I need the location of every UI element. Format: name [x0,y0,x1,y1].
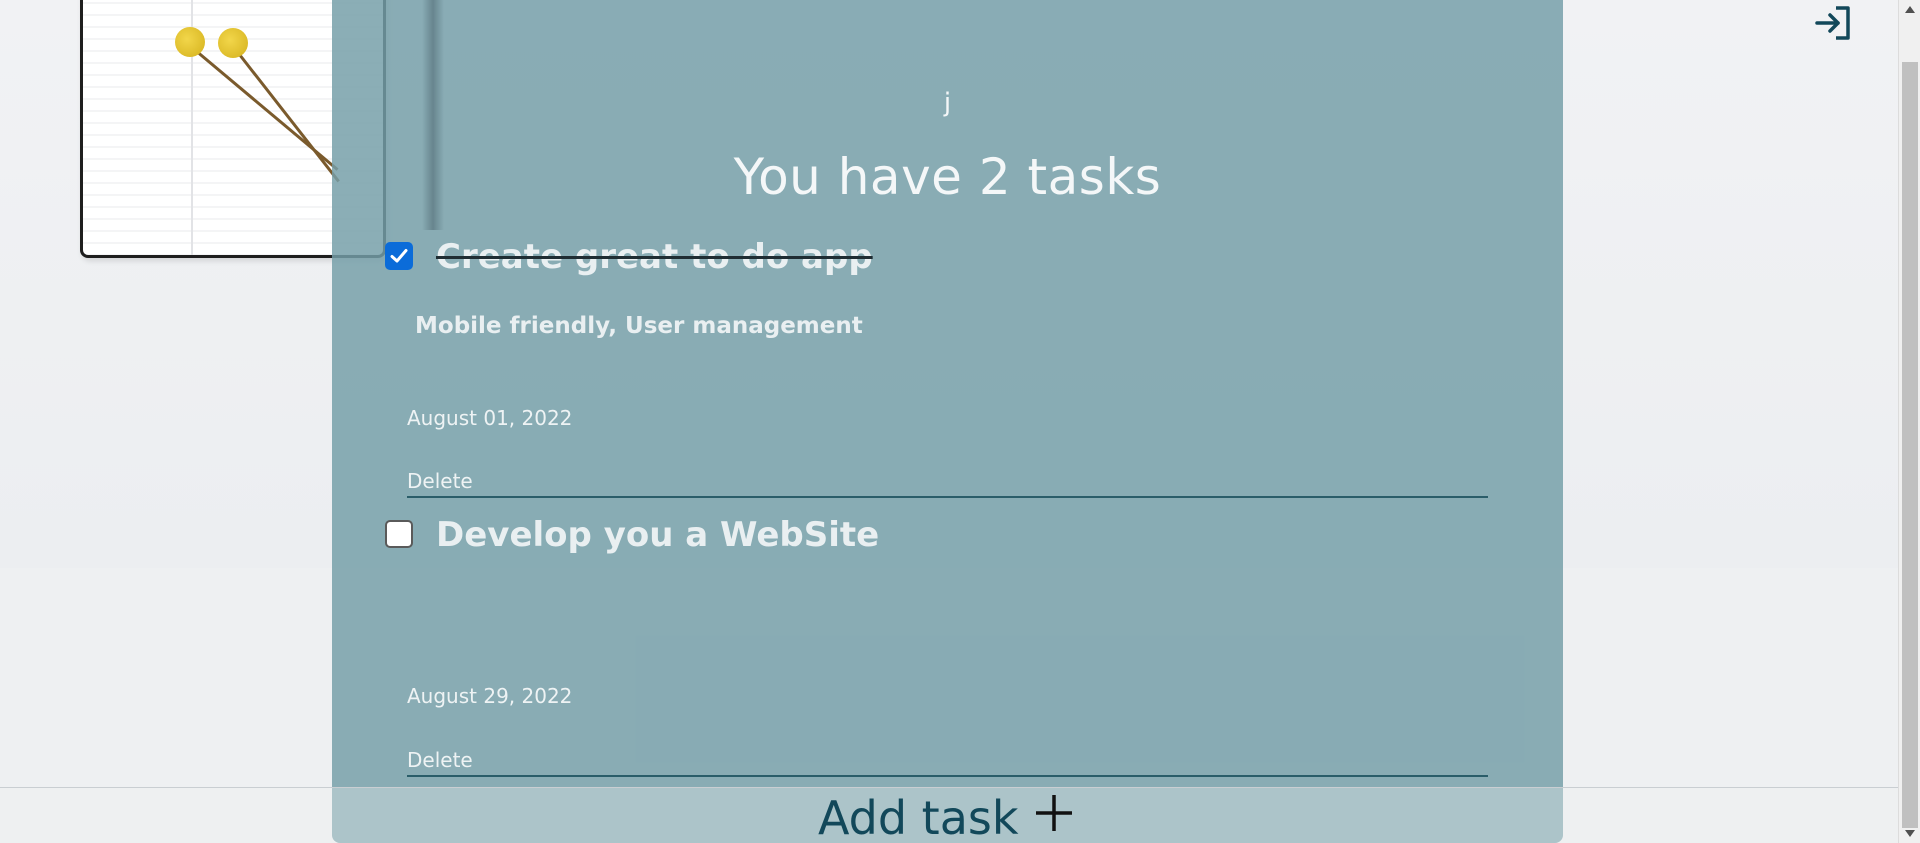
task-title: Create great to do app [436,237,873,277]
tasks-card: j You have 2 tasks Create great to do ap… [332,0,1563,843]
vertical-scrollbar[interactable] [1898,0,1920,843]
task-divider [407,496,1488,498]
plus-icon [1033,791,1075,843]
add-task-button[interactable]: Add task [818,790,1075,843]
username: j [943,88,952,118]
task-divider [407,775,1488,777]
checkmark-icon [390,249,408,263]
task-complete-checkbox[interactable] [385,520,413,548]
task-description: Mobile friendly, User management [415,313,863,339]
task-title: Develop you a WebSite [436,515,880,555]
task-delete-button[interactable]: Delete [407,748,473,772]
scroll-thumb[interactable] [1902,62,1918,828]
task-due-date: August 29, 2022 [407,684,573,708]
scroll-down-icon[interactable] [1905,830,1915,837]
add-task-label: Add task [818,791,1019,843]
sign-in-arrow-icon[interactable] [1814,4,1854,42]
task-due-date: August 01, 2022 [407,406,573,430]
task-complete-checkbox[interactable] [385,242,413,270]
task-delete-button[interactable]: Delete [407,469,473,493]
tasks-summary-title: You have 2 tasks [733,148,1162,206]
flower-image [218,28,248,58]
scroll-up-icon[interactable] [1905,6,1915,13]
flower-image [175,27,205,57]
